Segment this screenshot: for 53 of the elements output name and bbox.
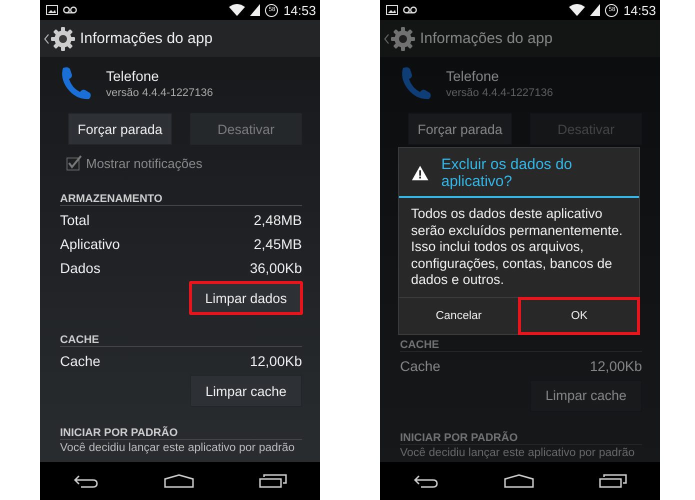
app-name: Telefone [106, 68, 160, 84]
clear-button[interactable]: Limpar dados [190, 282, 302, 314]
row-label: Cache [400, 358, 440, 374]
action-button[interactable]: Forçar parada [68, 113, 172, 145]
row-value: 12,00Kb [250, 353, 302, 369]
dialog-button[interactable]: OK [518, 298, 639, 334]
screen-title: Informações do app [80, 30, 213, 47]
section-heading: CACHE [400, 338, 440, 350]
section-text: Você decidiu lançar este aplicativo por padrão [60, 442, 296, 454]
clear-button[interactable]: Limpar cache [530, 380, 642, 412]
back-icon[interactable] [44, 34, 49, 44]
wifi-icon [569, 4, 586, 16]
signal-icon [250, 4, 260, 16]
checkbox-label: Mostrar notificações [86, 156, 202, 170]
section-heading: INICIAR POR PADRÃO [400, 432, 518, 444]
warning-icon [411, 164, 430, 182]
app-version: versão 4.4.4-1227136 [446, 86, 554, 98]
wifi-icon [229, 4, 246, 16]
recents-icon[interactable] [259, 474, 288, 488]
phone-handset-icon [60, 66, 92, 100]
row-value: 2,45MB [254, 236, 302, 252]
back-icon[interactable] [72, 474, 99, 488]
home-icon[interactable] [504, 474, 534, 488]
section-heading: ARMAZENAMENTO [60, 193, 162, 205]
voicemail-icon [403, 6, 417, 14]
section-text: Você decidiu lançar este aplicativo por padrão [400, 446, 636, 458]
signal-icon [590, 4, 600, 16]
dialog-button[interactable]: Cancelar [399, 298, 518, 334]
screen-title: Informações do app [420, 30, 553, 47]
row-value: 12,00Kb [590, 358, 642, 374]
row-label: Total [60, 212, 90, 228]
clock-time: 14:53 [623, 2, 656, 18]
clock-time: 14:53 [283, 2, 316, 18]
dialog-message: Todos os dados deste aplicativo serão excluídos permanentemente. Isso inclui todos os arquivos, configurações, contas, bancos de dados e outros. [410, 205, 624, 289]
row-label: Aplicativo [60, 236, 120, 252]
back-icon[interactable] [412, 474, 439, 488]
row-label: Cache [60, 353, 100, 369]
section-heading: INICIAR POR PADRÃO [60, 427, 178, 439]
dialog-title: Excluir os dados do aplicativo? [441, 156, 574, 190]
voicemail-icon [63, 6, 77, 14]
section-heading: CACHE [60, 334, 100, 346]
phone-handset-icon [400, 66, 432, 100]
home-icon[interactable] [164, 474, 194, 488]
recents-icon[interactable] [599, 474, 628, 488]
app-version: versão 4.4.4-1227136 [106, 86, 214, 98]
picture-icon [386, 5, 398, 15]
app-name: Telefone [446, 68, 500, 84]
picture-icon [46, 5, 58, 15]
row-value: 36,00Kb [250, 260, 302, 276]
row-value: 2,48MB [254, 212, 302, 228]
action-button[interactable]: Forçar parada [408, 113, 512, 145]
row-label: Dados [60, 260, 100, 276]
clear-button[interactable]: Limpar cache [190, 375, 302, 407]
